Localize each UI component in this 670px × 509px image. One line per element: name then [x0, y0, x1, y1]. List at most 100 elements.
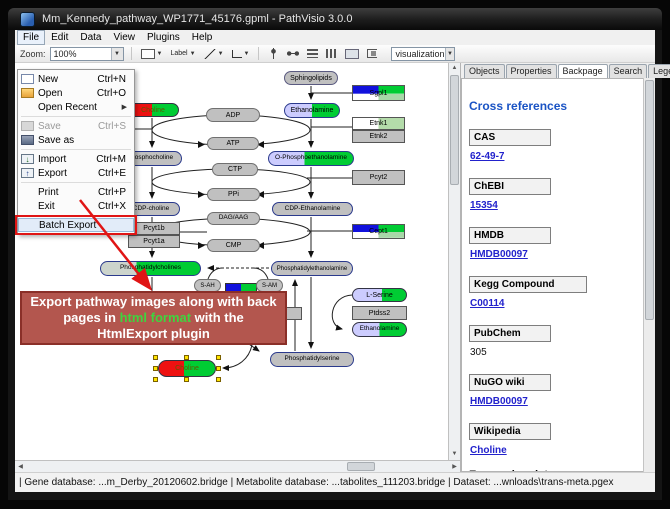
chevron-down-icon[interactable]: ▼ — [218, 51, 224, 57]
selection-handle[interactable] — [216, 355, 221, 360]
datanode-icon — [141, 49, 155, 59]
menu-item-save-as[interactable]: Save as — [18, 133, 134, 147]
scroll-up-icon[interactable]: ▲ — [449, 63, 460, 74]
chevron-down-icon[interactable]: ▼ — [445, 48, 455, 60]
chevron-down-icon[interactable]: ▼ — [244, 51, 250, 57]
menu-separator — [21, 182, 131, 183]
menu-item-batch-export[interactable]: Batch Export — [18, 218, 134, 232]
menubar-item-help[interactable]: Help — [186, 30, 219, 45]
menu-icon-spacer — [22, 220, 35, 230]
node-phosphatidylethanolamine[interactable]: Phosphatidylethanolamine — [271, 261, 353, 276]
xref-link-kegg-compound[interactable]: C00114 — [470, 298, 504, 309]
distribute-columns-button[interactable] — [324, 46, 339, 61]
gene-node-pcyt1a[interactable]: Pcyt1a — [128, 235, 180, 248]
align-center-button[interactable] — [266, 46, 281, 61]
horizontal-scroll-thumb[interactable] — [347, 462, 375, 471]
datanode-tool-button[interactable]: ▼ — [139, 46, 165, 61]
menu-item-import[interactable]: ↓ImportCtrl+M — [18, 152, 134, 166]
label-tool-button[interactable]: Label ▼ — [168, 46, 197, 61]
chevron-down-icon[interactable]: ▼ — [111, 48, 123, 60]
export-icon: ↑ — [21, 168, 34, 178]
menubar-item-file[interactable]: File — [17, 30, 45, 45]
status-text: | Gene database: ...m_Derby_20120602.bri… — [19, 477, 613, 488]
tab-search[interactable]: Search — [609, 64, 648, 78]
gene-node-cept1[interactable]: Cept1 — [352, 224, 405, 239]
client-area: FileEditDataViewPluginsHelp Zoom: 100% ▼… — [15, 30, 655, 492]
menubar-item-edit[interactable]: Edit — [45, 30, 74, 45]
menu-item-open[interactable]: OpenCtrl+O — [18, 86, 134, 100]
menu-item-save[interactable]: SaveCtrl+S — [18, 119, 134, 133]
tab-properties[interactable]: Properties — [506, 64, 557, 78]
title-bar[interactable]: Mm_Kennedy_pathway_WP1771_45176.gpml - P… — [8, 8, 662, 30]
panel-scrollbar[interactable] — [643, 78, 655, 472]
align-middle-icon — [287, 49, 299, 58]
xref-link-wikipedia[interactable]: Choline — [470, 445, 507, 456]
panel-scroll-thumb[interactable] — [645, 80, 654, 320]
menu-item-label: Exit — [38, 201, 55, 212]
node-ptdss2[interactable]: Ptdss2 — [352, 306, 407, 320]
canvas-vertical-scrollbar[interactable]: ▲ ▼ — [448, 63, 460, 460]
gene-node-etnk1[interactable]: Etnk1 — [352, 117, 405, 130]
menu-item-new[interactable]: NewCtrl+N — [18, 72, 134, 86]
selection-handle[interactable] — [216, 377, 221, 382]
gene-node-pcyt1b[interactable]: Pcyt1b — [128, 222, 180, 235]
menu-item-exit[interactable]: ExitCtrl+X — [18, 199, 134, 213]
gene-node-sgpl1[interactable]: Sgpl1 — [352, 85, 405, 101]
gene-node-pcyt2[interactable]: Pcyt2 — [352, 170, 405, 185]
vertical-scroll-thumb[interactable] — [450, 75, 459, 185]
menu-item-print[interactable]: PrintCtrl+P — [18, 185, 134, 199]
node-choline-bottom[interactable]: Choline — [158, 360, 216, 377]
canvas-horizontal-scrollbar[interactable]: ◀ ▶ — [15, 460, 460, 472]
align-edge-button[interactable] — [365, 46, 379, 61]
callout-line2: pages in html format with the — [63, 310, 244, 326]
menubar-item-view[interactable]: View — [107, 30, 141, 45]
pathvisio-app-icon — [20, 12, 35, 27]
node-atp[interactable]: ATP — [207, 137, 259, 150]
menu-item-export[interactable]: ↑ExportCtrl+E — [18, 166, 134, 180]
annotation-callout: Export pathway images along with back pa… — [20, 291, 287, 345]
xref-link-cas[interactable]: 62-49-7 — [470, 151, 504, 162]
selection-handle[interactable] — [153, 366, 158, 371]
line-tool-button[interactable]: ▼ — [202, 46, 226, 61]
menubar-item-data[interactable]: Data — [74, 30, 107, 45]
node-adp[interactable]: ADP — [206, 108, 260, 122]
node-phosphatidylcholines[interactable]: Phosphatidylcholines — [100, 261, 201, 276]
selection-handle[interactable] — [153, 377, 158, 382]
menubar-item-plugins[interactable]: Plugins — [141, 30, 186, 45]
align-middle-button[interactable] — [285, 46, 301, 61]
selection-handle[interactable] — [216, 366, 221, 371]
selection-handle[interactable] — [184, 377, 189, 382]
xref-link-nugo-wiki[interactable]: HMDB00097 — [470, 396, 528, 407]
tab-backpage[interactable]: Backpage — [558, 64, 608, 78]
tab-objects[interactable]: Objects — [464, 64, 505, 78]
selection-handle[interactable] — [184, 355, 189, 360]
xref-link-hmdb[interactable]: HMDB00097 — [470, 249, 528, 260]
chevron-down-icon[interactable]: ▼ — [190, 51, 196, 57]
node-l-serine[interactable]: L-Serine — [352, 288, 407, 302]
xref-value-row: 15354 — [470, 200, 643, 211]
stack-button[interactable] — [343, 46, 361, 61]
connector-tool-button[interactable]: ▼ — [230, 46, 252, 61]
visualization-combobox[interactable]: visualization ▼ — [391, 47, 455, 61]
xref-link-chebi[interactable]: 15354 — [470, 200, 498, 211]
chevron-down-icon[interactable]: ▼ — [157, 51, 163, 57]
node-ethanolamine-top[interactable]: Ethanolamine — [284, 103, 340, 118]
node-phosphatidylserine[interactable]: Phosphatidylserine — [270, 352, 354, 367]
node-sphingolipids[interactable]: Sphingolipids — [284, 71, 338, 85]
selection-handle[interactable] — [153, 355, 158, 360]
tab-legend[interactable]: Legend — [648, 64, 670, 78]
scroll-down-icon[interactable]: ▼ — [449, 449, 460, 460]
xref-header-hmdb: HMDB — [469, 227, 551, 244]
node-o-phosphoethanolamine[interactable]: O-Phosphoethanolamine — [268, 151, 354, 166]
node-ethanolamine-right[interactable]: Ethanolamine — [352, 322, 407, 337]
zoom-combobox[interactable]: 100% ▼ — [50, 47, 124, 61]
node-cdp-ethanolamine[interactable]: CDP-Ethanolamine — [272, 202, 353, 216]
node-cmp[interactable]: CMP — [207, 239, 260, 252]
node-ctp[interactable]: CTP — [212, 163, 258, 176]
distribute-rows-icon — [307, 49, 318, 58]
distribute-rows-button[interactable] — [305, 46, 320, 61]
gene-node-etnk2[interactable]: Etnk2 — [352, 130, 405, 143]
node-ppi[interactable]: PPi — [207, 188, 260, 201]
menu-item-open-recent[interactable]: Open Recent▶ — [18, 100, 134, 114]
node-dag-aag[interactable]: DAG/AAG — [207, 212, 260, 225]
